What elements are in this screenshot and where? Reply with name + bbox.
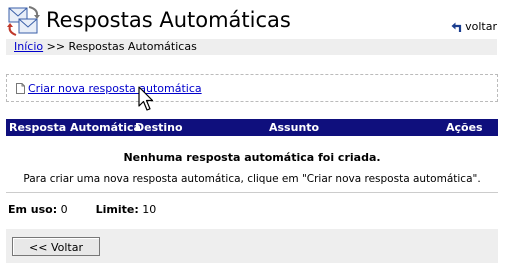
back-link[interactable]: voltar (451, 20, 497, 33)
breadcrumb: Início >> Respostas Automáticas (6, 39, 497, 55)
empty-description: Para criar uma nova resposta automática,… (23, 173, 481, 185)
breadcrumb-separator: >> (46, 40, 66, 53)
column-header-resposta: Resposta Automática (9, 121, 141, 134)
new-document-icon (16, 83, 25, 94)
page-header: Respostas Automáticas voltar (0, 0, 507, 40)
page-title: Respostas Automáticas (46, 8, 291, 32)
create-action-box: Criar nova resposta automática (6, 74, 498, 102)
create-autoresponse-label: Criar nova resposta automática (28, 82, 202, 95)
in-use-label: Em uso: (8, 203, 58, 216)
breadcrumb-current: Respostas Automáticas (68, 40, 197, 53)
back-button[interactable]: << Voltar (12, 237, 100, 256)
breadcrumb-home-link[interactable]: Início (14, 40, 43, 53)
column-header-destino: Destino (135, 121, 183, 134)
create-autoresponse-link[interactable]: Criar nova resposta automática (16, 82, 202, 95)
footer-bar: << Voltar (6, 229, 498, 263)
limit-value: 10 (142, 203, 157, 216)
column-header-assunto: Assunto (269, 121, 320, 134)
back-arrow-icon (451, 22, 462, 32)
usage-summary: Em uso: 0 Limite: 10 (8, 203, 156, 216)
limit-label: Limite: (95, 203, 139, 216)
empty-title: Nenhuma resposta automática foi criada. (123, 151, 381, 164)
mouse-cursor-icon (138, 86, 154, 111)
in-use-value: 0 (60, 203, 68, 216)
table-header: Resposta Automática Destino Assunto Açõe… (6, 119, 498, 136)
empty-table-message: Nenhuma resposta automática foi criada. … (6, 136, 498, 193)
autoresponder-logo-icon (7, 6, 40, 36)
column-header-acoes: Ações (446, 121, 483, 134)
back-link-label: voltar (465, 20, 497, 33)
